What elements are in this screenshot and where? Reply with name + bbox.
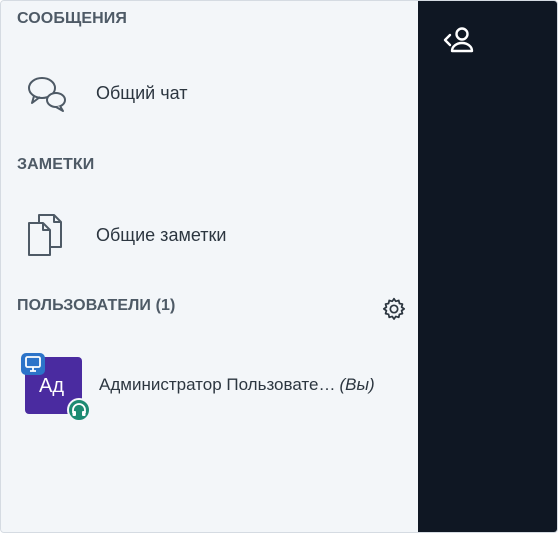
messages-section-title: СООБЩЕНИЯ <box>17 10 127 27</box>
user-list-item[interactable]: Ад Администратор Пользовате… (Вы) <box>1 351 418 422</box>
user-list-panel: СООБЩЕНИЯ Общий чат ЗАМЕТКИ Общие заметк… <box>1 1 418 532</box>
public-chat-item[interactable]: Общий чат <box>1 63 418 123</box>
avatar-initials: Ад <box>39 375 65 397</box>
chat-bubbles-icon <box>28 77 66 112</box>
headphones-icon <box>72 403 86 416</box>
user-full-name: Администратор Пользовате… <box>99 375 336 394</box>
presenter-badge <box>21 353 45 375</box>
shared-notes-item[interactable]: Общие заметки <box>1 205 418 265</box>
user-you-label: (Вы) <box>339 375 375 394</box>
users-section-title: ПОЛЬЗОВАТЕЛИ (1) <box>17 297 176 314</box>
user-name: Администратор Пользовате… (Вы) <box>99 375 375 395</box>
documents-icon <box>28 214 62 256</box>
user-list-toggle-icon[interactable] <box>437 23 485 57</box>
gear-icon[interactable] <box>381 296 407 322</box>
shared-notes-label: Общие заметки <box>96 224 227 245</box>
presentation-screen-icon <box>25 356 41 372</box>
app-window: СООБЩЕНИЯ Общий чат ЗАМЕТКИ Общие заметк… <box>0 0 558 533</box>
public-chat-label: Общий чат <box>96 82 188 103</box>
notes-section-title: ЗАМЕТКИ <box>17 156 95 173</box>
main-area <box>418 1 557 532</box>
voice-badge <box>67 398 91 422</box>
